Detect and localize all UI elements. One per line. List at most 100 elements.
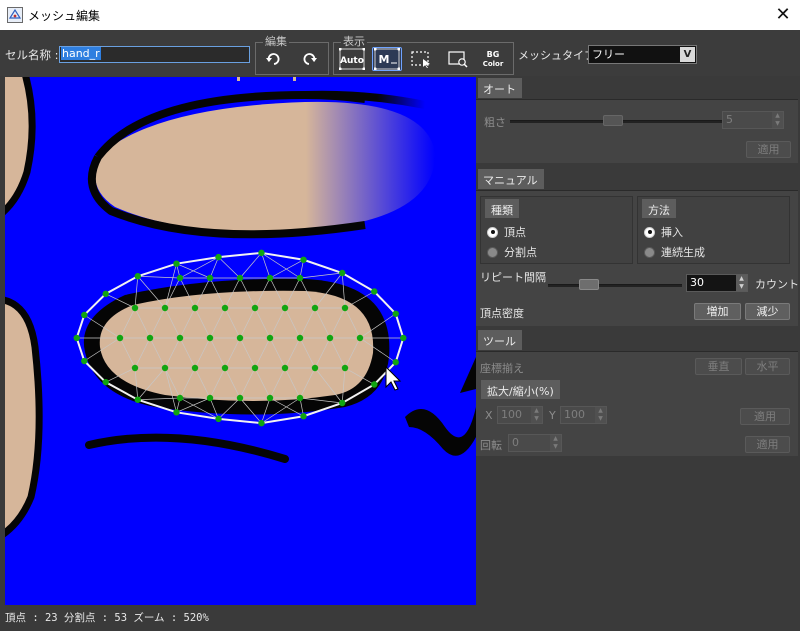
mesh-vertex[interactable] bbox=[356, 334, 364, 342]
auto-mesh-button[interactable]: Auto bbox=[338, 47, 366, 71]
mesh-vertex[interactable] bbox=[339, 399, 346, 407]
mesh-vertex[interactable] bbox=[281, 304, 289, 312]
mesh-vertex[interactable] bbox=[134, 273, 141, 280]
increase-button[interactable]: 増加 bbox=[694, 303, 741, 320]
mesh-vertex[interactable] bbox=[371, 288, 378, 295]
mesh-vertex[interactable] bbox=[258, 419, 265, 427]
mesh-vertex[interactable] bbox=[258, 249, 265, 257]
mesh-vertex[interactable] bbox=[311, 364, 319, 372]
mesh-vertex[interactable] bbox=[341, 364, 349, 372]
cell-name-input[interactable]: hand_r bbox=[59, 46, 250, 63]
method-continuous-radio[interactable]: 連続生成 bbox=[644, 244, 705, 260]
mesh-vertex[interactable] bbox=[300, 256, 307, 263]
mesh-vertex[interactable] bbox=[392, 310, 399, 317]
mesh-vertex[interactable] bbox=[296, 334, 304, 342]
spin-arrows-icon[interactable]: ▲ ▼ bbox=[531, 407, 542, 423]
align-horizontal-button[interactable]: 水平 bbox=[745, 358, 790, 375]
mesh-vertex[interactable] bbox=[102, 290, 109, 298]
mesh-vertex[interactable] bbox=[215, 253, 222, 261]
mesh-vertex[interactable] bbox=[206, 274, 214, 282]
repeat-slider-track[interactable] bbox=[548, 284, 682, 287]
mesh-vertex[interactable] bbox=[392, 359, 399, 366]
mesh-vertex[interactable] bbox=[191, 304, 199, 312]
mesh-vertex[interactable] bbox=[266, 274, 274, 282]
mesh-vertex[interactable] bbox=[266, 334, 274, 342]
tools-section-header[interactable]: ツール bbox=[478, 330, 522, 350]
mesh-vertex[interactable] bbox=[371, 381, 378, 388]
spin-arrows-icon[interactable]: ▲ ▼ bbox=[736, 275, 747, 291]
mesh-vertex[interactable] bbox=[176, 274, 184, 282]
mesh-vertex[interactable] bbox=[236, 274, 244, 282]
mesh-vertex[interactable] bbox=[116, 334, 124, 342]
mesh-vertex[interactable] bbox=[176, 334, 184, 342]
scale-apply-button[interactable]: 適用 bbox=[740, 408, 790, 425]
spin-arrows-icon[interactable]: ▲ ▼ bbox=[772, 112, 783, 128]
mesh-vertex[interactable] bbox=[206, 394, 214, 402]
roughness-slider-thumb[interactable] bbox=[603, 115, 623, 126]
mesh-vertex[interactable] bbox=[296, 274, 304, 282]
mesh-vertex[interactable] bbox=[326, 334, 334, 342]
mesh-vertex[interactable] bbox=[236, 394, 244, 402]
roughness-spinbox[interactable]: 5 ▲ ▼ bbox=[722, 111, 784, 129]
mesh-vertex[interactable] bbox=[221, 304, 229, 312]
mesh-vertex[interactable] bbox=[173, 409, 180, 416]
align-vertical-button[interactable]: 垂直 bbox=[695, 358, 742, 375]
mesh-vertex[interactable] bbox=[81, 311, 88, 319]
mesh-vertex[interactable] bbox=[251, 304, 259, 312]
mesh-vertex[interactable] bbox=[400, 334, 407, 342]
rotate-value: 0 bbox=[512, 436, 519, 449]
mesh-vertex[interactable] bbox=[134, 396, 141, 403]
bg-color-button[interactable]: BG Color bbox=[480, 47, 506, 71]
decrease-button[interactable]: 減少 bbox=[745, 303, 790, 320]
mesh-vertex[interactable] bbox=[341, 304, 349, 312]
undo-button[interactable] bbox=[261, 47, 286, 71]
type-split-radio[interactable]: 分割点 bbox=[487, 244, 537, 260]
mesh-vertex[interactable] bbox=[311, 304, 319, 312]
mesh-vertex[interactable] bbox=[300, 413, 307, 420]
mesh-vertex[interactable] bbox=[102, 378, 109, 386]
type-vertex-radio[interactable]: 頂点 bbox=[487, 224, 526, 240]
mesh-vertex[interactable] bbox=[215, 415, 222, 423]
rotate-spinbox[interactable]: 0 ▲ ▼ bbox=[508, 434, 562, 452]
mesh-canvas[interactable] bbox=[5, 77, 476, 605]
mesh-vertex[interactable] bbox=[236, 334, 244, 342]
mesh-vertex[interactable] bbox=[251, 364, 259, 372]
spin-arrows-icon[interactable]: ▲ ▼ bbox=[550, 435, 561, 451]
repeat-slider-thumb[interactable] bbox=[579, 279, 599, 290]
scale-y-spinbox[interactable]: 100 ▲ ▼ bbox=[560, 406, 607, 424]
mesh-vertex[interactable] bbox=[146, 334, 154, 342]
close-button[interactable]: ✕ bbox=[766, 0, 800, 30]
mesh-vertex[interactable] bbox=[161, 364, 169, 372]
dropdown-arrow-icon[interactable]: V bbox=[680, 47, 695, 62]
redo-button[interactable] bbox=[296, 47, 321, 71]
select-area-button[interactable] bbox=[408, 47, 433, 71]
mesh-vertex[interactable] bbox=[161, 304, 169, 312]
mesh-vertex[interactable] bbox=[281, 364, 289, 372]
rotate-apply-button[interactable]: 適用 bbox=[745, 436, 790, 453]
mesh-vertex[interactable] bbox=[191, 364, 199, 372]
scale-x-spinbox[interactable]: 100 ▲ ▼ bbox=[497, 406, 543, 424]
mesh-vertex[interactable] bbox=[176, 394, 184, 402]
method-continuous-label: 連続生成 bbox=[661, 246, 705, 259]
manual-section-header[interactable]: マニュアル bbox=[478, 169, 544, 189]
mesh-vertex[interactable] bbox=[131, 304, 139, 312]
mesh-vertex[interactable] bbox=[266, 394, 274, 402]
method-insert-radio[interactable]: 挿入 bbox=[644, 224, 683, 240]
spin-arrows-icon[interactable]: ▲ ▼ bbox=[595, 407, 606, 423]
auto-section-header[interactable]: オート bbox=[478, 78, 522, 98]
mesh-vertex[interactable] bbox=[173, 260, 180, 267]
repeat-spinbox[interactable]: 30 ▲ ▼ bbox=[686, 274, 748, 292]
manual-mesh-button[interactable]: M bbox=[372, 47, 402, 71]
zoom-view-button[interactable] bbox=[445, 47, 470, 71]
scale-y-label: Y bbox=[549, 409, 556, 422]
mesh-vertex[interactable] bbox=[296, 394, 304, 402]
mesh-vertex[interactable] bbox=[206, 334, 214, 342]
mesh-vertex[interactable] bbox=[221, 364, 229, 372]
manual-mesh-icon: M bbox=[374, 48, 400, 70]
auto-apply-button[interactable]: 適用 bbox=[746, 141, 791, 158]
mesh-type-select[interactable]: フリー V bbox=[588, 45, 697, 64]
mesh-vertex[interactable] bbox=[131, 364, 139, 372]
mesh-vertex[interactable] bbox=[339, 269, 346, 277]
mesh-vertex[interactable] bbox=[73, 334, 80, 342]
mesh-vertex[interactable] bbox=[81, 357, 88, 365]
